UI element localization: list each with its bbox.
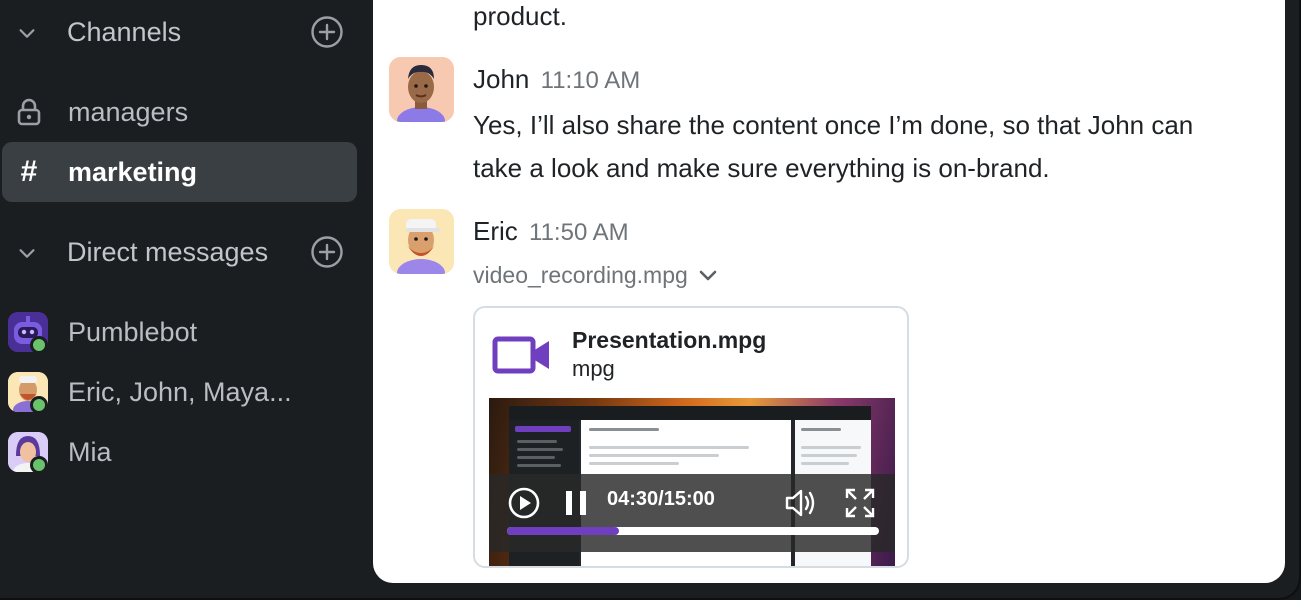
- attachment-toggle[interactable]: video_recording.mpg: [473, 262, 718, 289]
- previous-message-tail: product.: [473, 1, 567, 31]
- sidebar-item-label: managers: [68, 96, 189, 127]
- eric-avatar[interactable]: [389, 209, 454, 274]
- john-message-body: Yes, I’ll also share the content once I’…: [473, 104, 1193, 190]
- video-camera-icon: [492, 336, 549, 374]
- dm-item-label: Mia: [68, 436, 112, 467]
- attachment-title[interactable]: Presentation.mpg: [572, 327, 766, 354]
- chevron-down-icon[interactable]: [16, 242, 38, 264]
- online-status-dot: [30, 396, 48, 414]
- dm-section-title: Direct messages: [67, 236, 269, 267]
- message-timestamp: 11:50 AM: [529, 219, 629, 246]
- eric-message-header: Eric 11:50 AM: [473, 216, 629, 247]
- dm-item-label: Eric, John, Maya...: [68, 376, 292, 407]
- sidebar-item-managers[interactable]: managers: [2, 82, 357, 142]
- sidebar: Channels managers # marketing Direct mes…: [0, 0, 372, 600]
- video-progress-fill: [507, 527, 619, 535]
- john-message-header: John 11:10 AM: [473, 64, 640, 95]
- message-panel: product. John 11:10 AM Yes, I’ll also sh…: [373, 0, 1285, 583]
- dm-item-label: Pumblebot: [68, 316, 198, 347]
- dm-item-pumblebot[interactable]: Pumblebot: [2, 302, 357, 362]
- add-channel-icon[interactable]: [310, 15, 344, 49]
- attachment-extension: mpg: [572, 356, 615, 381]
- john-avatar[interactable]: [389, 57, 454, 122]
- message-author[interactable]: John: [473, 64, 529, 94]
- channels-section-header[interactable]: Channels: [0, 2, 358, 62]
- pause-icon[interactable]: [565, 490, 587, 516]
- video-timecode: 04:30/15:00: [607, 488, 715, 510]
- video-progress-track[interactable]: [507, 527, 879, 535]
- video-controls-bar: 04:30/15:00: [489, 474, 895, 552]
- message-timestamp: 11:10 AM: [540, 67, 641, 94]
- sidebar-item-marketing[interactable]: # marketing: [2, 142, 357, 202]
- dm-item-mia[interactable]: Mia: [2, 422, 357, 482]
- dm-item-group[interactable]: Eric, John, Maya...: [2, 362, 357, 422]
- channels-section-title: Channels: [67, 16, 182, 47]
- lock-icon: [14, 97, 44, 127]
- message-author[interactable]: Eric: [473, 216, 518, 246]
- online-status-dot: [30, 336, 48, 354]
- online-status-dot: [30, 456, 48, 474]
- video-player[interactable]: 04:30/15:00: [489, 398, 895, 566]
- video-attachment-card[interactable]: Presentation.mpg mpg 04:30/15:00: [473, 306, 909, 568]
- sidebar-item-label: marketing: [68, 156, 198, 187]
- chevron-down-icon[interactable]: [16, 22, 38, 44]
- message-line: take a look and make sure everything is …: [473, 153, 1050, 183]
- message-line: Yes, I’ll also share the content once I’…: [473, 110, 1194, 140]
- volume-icon[interactable]: [785, 488, 817, 518]
- dm-section-header[interactable]: Direct messages: [0, 222, 358, 282]
- chevron-down-icon[interactable]: [698, 269, 718, 283]
- attachment-filename: video_recording.mpg: [473, 262, 688, 288]
- play-icon[interactable]: [507, 486, 541, 520]
- fullscreen-icon[interactable]: [845, 488, 875, 518]
- hash-icon: #: [20, 155, 38, 188]
- app-frame: Channels managers # marketing Direct mes…: [0, 0, 1301, 600]
- add-dm-icon[interactable]: [310, 235, 344, 269]
